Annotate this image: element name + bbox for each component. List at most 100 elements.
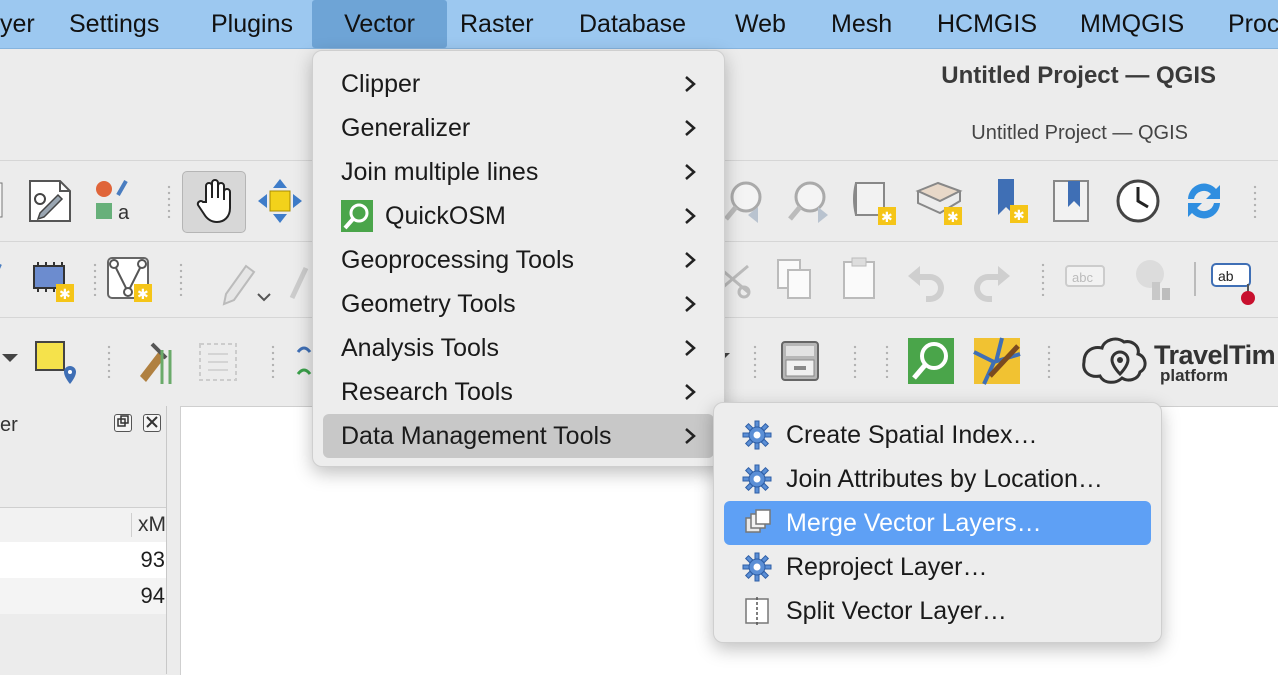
table-row[interactable]: 94: [0, 578, 167, 614]
redo-icon[interactable]: [970, 256, 1014, 302]
diagram-icon[interactable]: [1130, 256, 1180, 304]
pan-to-selection-icon[interactable]: [256, 177, 304, 225]
split-layer-icon: [745, 597, 769, 625]
menu-item-data-management-tools[interactable]: Data Management Tools: [323, 414, 714, 458]
show-bookmarks-icon[interactable]: [1048, 177, 1096, 227]
menu-vector[interactable]: Vector: [312, 0, 447, 48]
svg-text:a: a: [118, 202, 130, 224]
menu-raster[interactable]: Raster: [446, 0, 548, 48]
toolbar-grip[interactable]: [106, 344, 112, 378]
float-icon: [117, 415, 129, 427]
label-style-icon[interactable]: a: [92, 177, 136, 225]
current-edits-icon[interactable]: [218, 254, 272, 308]
menu-item-quickosm[interactable]: QuickOSM: [323, 194, 714, 238]
quickosm-toolbar-icon[interactable]: [906, 336, 956, 386]
menu-item-analysis-tools[interactable]: Analysis Tools: [323, 326, 714, 370]
traveltime-sublabel: platform: [1160, 366, 1228, 385]
menu-item-join-attributes-by-location[interactable]: Join Attributes by Location…: [724, 457, 1151, 501]
chevron-right-icon: [685, 340, 696, 356]
digitize-raster-icon[interactable]: [194, 336, 244, 388]
layer-icon[interactable]: [0, 179, 10, 223]
menu-item-join-multiple-lines[interactable]: Join multiple lines: [323, 150, 714, 194]
menu-item-label: QuickOSM: [385, 202, 506, 230]
pan-map-button[interactable]: [182, 171, 246, 233]
table-row[interactable]: 93: [0, 542, 167, 578]
toolbar-grip[interactable]: [1040, 262, 1046, 296]
new-map-view-icon[interactable]: ✱: [914, 177, 966, 227]
chevron-right-icon: [685, 208, 696, 224]
copy-features-icon[interactable]: [772, 254, 816, 304]
svg-text:ab: ab: [1218, 268, 1234, 284]
new-spatial-bookmark-icon[interactable]: ✱: [850, 177, 900, 227]
close-panel-button[interactable]: [143, 414, 161, 432]
shape-tools-icon[interactable]: [294, 338, 314, 384]
layer-properties-icon[interactable]: [26, 177, 76, 225]
menu-item-reproject-layer[interactable]: Reproject Layer…: [724, 545, 1151, 589]
menu-item-label: Research Tools: [341, 378, 513, 406]
menu-hcmgis[interactable]: HCMGIS: [923, 0, 1051, 48]
zoom-last-icon[interactable]: [722, 177, 770, 225]
db-manager-icon[interactable]: [776, 336, 826, 386]
select-features-icon[interactable]: [32, 336, 82, 386]
svg-text:✱: ✱: [59, 286, 71, 302]
svg-text:✱: ✱: [881, 209, 893, 225]
menu-database[interactable]: Database: [565, 0, 700, 48]
toolbar-grip[interactable]: [178, 262, 184, 296]
toolbar-grip[interactable]: [92, 262, 98, 296]
chevron-right-icon: [685, 76, 696, 92]
chevron-right-icon: [685, 164, 696, 180]
chevron-right-icon: [685, 428, 696, 444]
toolbar-grip[interactable]: [270, 344, 276, 378]
new-vector-layer-icon[interactable]: ✱: [104, 254, 156, 306]
menu-item-split-vector-layer[interactable]: Split Vector Layer…: [724, 589, 1151, 633]
toolbar-grip[interactable]: [852, 344, 858, 378]
toggle-editing-icon[interactable]: [288, 254, 312, 308]
menu-mesh[interactable]: Mesh: [817, 0, 906, 48]
menu-item-label: Analysis Tools: [341, 334, 499, 362]
label-rule-icon[interactable]: ab: [1208, 256, 1262, 306]
toolbar-separator: [1194, 262, 1196, 296]
new-raster-layer-icon[interactable]: ✱: [28, 256, 76, 304]
menu-item-label: Generalizer: [341, 114, 471, 142]
menu-item-clipper[interactable]: Clipper: [323, 62, 714, 106]
toolbar-grip[interactable]: [884, 344, 890, 378]
merge-layers-icon: [745, 509, 771, 533]
menu-layer[interactable]: yer: [0, 0, 49, 48]
refresh-icon[interactable]: [1180, 177, 1228, 225]
toolbar-grip[interactable]: [752, 344, 758, 378]
menu-plugins[interactable]: Plugins: [197, 0, 307, 48]
column-header-xmax[interactable]: xM: [131, 513, 166, 537]
menu-item-merge-vector-layers[interactable]: Merge Vector Layers…: [724, 501, 1151, 545]
menu-settings[interactable]: Settings: [55, 0, 173, 48]
chevron-down-icon[interactable]: [0, 348, 20, 368]
georeferencer-icon[interactable]: [134, 336, 184, 388]
new-bookmark-icon[interactable]: ✱: [990, 175, 1034, 227]
toolbar-grip[interactable]: [1046, 344, 1052, 378]
toolbar-grip[interactable]: [1252, 184, 1258, 218]
menu-item-research-tools[interactable]: Research Tools: [323, 370, 714, 414]
paste-features-icon[interactable]: [838, 254, 882, 304]
temporal-controller-icon[interactable]: [1114, 177, 1162, 225]
float-panel-button[interactable]: [114, 414, 132, 432]
label-toolbar-icon[interactable]: abc: [1062, 258, 1110, 298]
menu-item-generalizer[interactable]: Generalizer: [323, 106, 714, 150]
menu-mmqgis[interactable]: MMQGIS: [1066, 0, 1198, 48]
window-subtitle: Untitled Project — QGIS: [971, 122, 1188, 144]
menu-item-geoprocessing-tools[interactable]: Geoprocessing Tools: [323, 238, 714, 282]
menu-item-create-spatial-index[interactable]: Create Spatial Index…: [724, 413, 1151, 457]
toolbar-grip[interactable]: [166, 184, 172, 218]
menu-item-geometry-tools[interactable]: Geometry Tools: [323, 282, 714, 326]
svg-text:abc: abc: [1072, 270, 1093, 285]
menu-processing[interactable]: Proc: [1214, 0, 1278, 48]
edit-icon[interactable]: [0, 256, 8, 304]
menu-item-label: Geometry Tools: [341, 290, 516, 318]
close-icon: [146, 416, 158, 428]
menu-web[interactable]: Web: [721, 0, 800, 48]
undo-icon[interactable]: [904, 256, 948, 302]
traveltime-logo-icon[interactable]: [1076, 332, 1150, 392]
menu-item-label: Clipper: [341, 70, 421, 98]
cut-features-icon[interactable]: [722, 254, 752, 304]
map-styling-icon[interactable]: [972, 336, 1022, 386]
zoom-next-icon[interactable]: [784, 177, 832, 225]
panel-splitter[interactable]: [166, 406, 167, 674]
